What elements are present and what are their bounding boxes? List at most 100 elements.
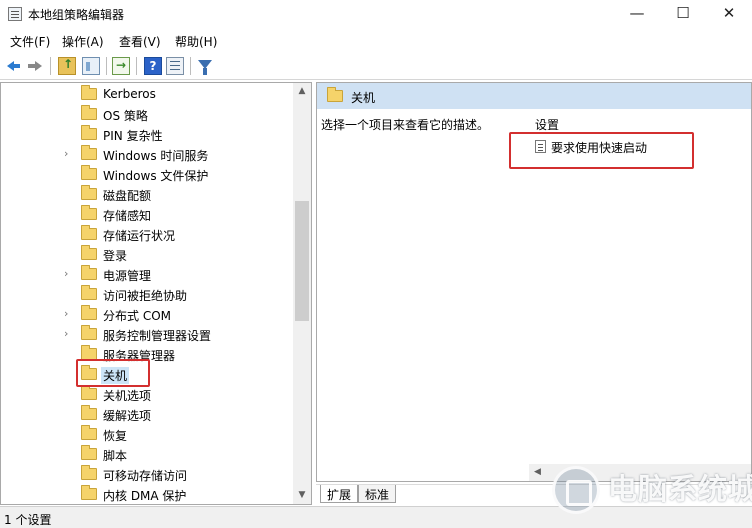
- view-icon[interactable]: [166, 57, 184, 75]
- toolbar-separator: [190, 57, 191, 75]
- toolbar: ?: [0, 52, 752, 80]
- watermark: 电脑系统城: [548, 462, 752, 526]
- menu-bar: 文件(F) 操作(A) 查看(V) 帮助(H): [0, 30, 752, 50]
- folder-icon: [81, 485, 97, 500]
- tree-item[interactable]: 存储感知: [1, 204, 293, 224]
- highlight-box-tree: [76, 359, 150, 387]
- scroll-thumb[interactable]: [295, 201, 309, 321]
- folder-icon: [81, 245, 97, 260]
- menu-view[interactable]: 查看(V): [119, 33, 161, 50]
- tree-item[interactable]: 可移动存储访问: [1, 464, 293, 484]
- menu-help[interactable]: 帮助(H): [175, 33, 217, 50]
- tree-item-label: 访问被拒绝协助: [103, 289, 188, 303]
- tree-item[interactable]: › 电源管理: [1, 264, 293, 284]
- folder-icon: [81, 165, 97, 180]
- highlight-box-setting: [509, 132, 694, 169]
- chevron-right-icon[interactable]: ›: [64, 268, 74, 280]
- folder-icon: [81, 265, 97, 280]
- tree-item-label: 分布式 COM: [103, 309, 171, 323]
- tree-item-label: 磁盘配额: [103, 189, 152, 203]
- scroll-up-icon[interactable]: ▲: [293, 83, 311, 100]
- minimize-button[interactable]: —: [614, 0, 660, 28]
- tree-item[interactable]: 登录: [1, 244, 293, 264]
- folder-icon: [81, 305, 97, 320]
- folder-icon: [81, 325, 97, 340]
- detail-header: 关机: [317, 83, 751, 109]
- tree-item[interactable]: 关机选项: [1, 384, 293, 404]
- status-text: 1 个设置: [4, 513, 52, 527]
- toolbar-separator: [136, 57, 137, 75]
- back-icon[interactable]: [6, 57, 24, 75]
- tree-item[interactable]: 存储运行状况: [1, 224, 293, 244]
- tree-item-label: 关机选项: [103, 389, 152, 403]
- tree-item[interactable]: › Windows 时间服务: [1, 144, 293, 164]
- tree-item-label: 登录: [103, 249, 128, 263]
- folder-icon: [81, 145, 97, 160]
- tab-standard[interactable]: 标准: [358, 485, 397, 503]
- tree-item[interactable]: 访问被拒绝协助: [1, 284, 293, 304]
- forward-icon[interactable]: [26, 57, 44, 75]
- folder-icon: [81, 285, 97, 300]
- tree-item[interactable]: › 服务控制管理器设置: [1, 324, 293, 344]
- folder-icon: [81, 465, 97, 480]
- tree-item-label: 存储感知: [103, 209, 152, 223]
- tree-item[interactable]: Kerberos: [1, 84, 293, 104]
- menu-action[interactable]: 操作(A): [62, 33, 104, 50]
- folder-icon: [81, 105, 97, 120]
- tree-item-label: Windows 文件保护: [103, 169, 209, 183]
- scroll-down-icon[interactable]: ▼: [293, 487, 311, 504]
- folder-icon: [81, 385, 97, 400]
- chevron-right-icon[interactable]: ›: [64, 308, 74, 320]
- tree-item[interactable]: 内核 DMA 保护: [1, 484, 293, 504]
- chevron-right-icon[interactable]: ›: [64, 148, 74, 160]
- folder-icon: [81, 425, 97, 440]
- toolbar-separator: [106, 57, 107, 75]
- tree-item-label: 电源管理: [103, 269, 152, 283]
- tree-item[interactable]: › 分布式 COM: [1, 304, 293, 324]
- tree-item-label: 存储运行状况: [103, 229, 176, 243]
- window-title: 本地组策略编辑器: [28, 8, 125, 22]
- app-icon: [8, 7, 22, 21]
- maximize-button[interactable]: ☐: [660, 0, 706, 28]
- chevron-right-icon[interactable]: ›: [64, 328, 74, 340]
- tree-item-label: 内核 DMA 保护: [103, 489, 187, 503]
- title-bar: 本地组策略编辑器 — ☐ ✕: [0, 0, 752, 28]
- up-folder-icon[interactable]: [58, 57, 76, 75]
- help-icon[interactable]: ?: [144, 57, 162, 75]
- tree-pane[interactable]: Kerberos OS 策略 PIN 复杂性 › Windows 时间服务 Windows…: [0, 82, 312, 505]
- tree-item[interactable]: 恢复: [1, 424, 293, 444]
- tree-item-label: 恢复: [103, 429, 128, 443]
- tree-item-label: Kerberos: [103, 87, 156, 101]
- close-button[interactable]: ✕: [706, 0, 752, 28]
- watermark-text: 电脑系统城: [608, 472, 752, 506]
- folder-icon: [327, 87, 343, 102]
- folder-icon: [81, 445, 97, 460]
- tree-item[interactable]: 脚本: [1, 444, 293, 464]
- tree-item[interactable]: PIN 复杂性: [1, 124, 293, 144]
- settings-column-header[interactable]: 设置: [535, 116, 559, 133]
- show-hide-tree-icon[interactable]: [82, 57, 100, 75]
- tree-item[interactable]: 磁盘配额: [1, 184, 293, 204]
- export-list-icon[interactable]: [112, 57, 130, 75]
- tab-extended[interactable]: 扩展: [320, 485, 359, 503]
- folder-icon: [81, 85, 97, 100]
- filter-icon[interactable]: [198, 60, 212, 75]
- tree-item-label: 脚本: [103, 449, 128, 463]
- tree-item-label: 服务控制管理器设置: [103, 329, 212, 343]
- toolbar-separator: [50, 57, 51, 75]
- tree-item-label: OS 策略: [103, 109, 148, 123]
- folder-icon: [81, 225, 97, 240]
- folder-icon: [81, 205, 97, 220]
- tree-item-label: Windows 时间服务: [103, 149, 209, 163]
- menu-file[interactable]: 文件(F): [10, 33, 50, 50]
- tree-item-label: 可移动存储访问: [103, 469, 188, 483]
- tree-vertical-scrollbar[interactable]: ▲ ▼: [293, 83, 311, 504]
- folder-icon: [81, 405, 97, 420]
- watermark-logo-icon: [552, 466, 600, 514]
- tree-item-label: 缓解选项: [103, 409, 152, 423]
- tree-item[interactable]: Windows 文件保护: [1, 164, 293, 184]
- tree-item[interactable]: OS 策略: [1, 104, 293, 124]
- scroll-left-icon[interactable]: ◀: [529, 464, 546, 481]
- folder-icon: [81, 185, 97, 200]
- tree-item[interactable]: 缓解选项: [1, 404, 293, 424]
